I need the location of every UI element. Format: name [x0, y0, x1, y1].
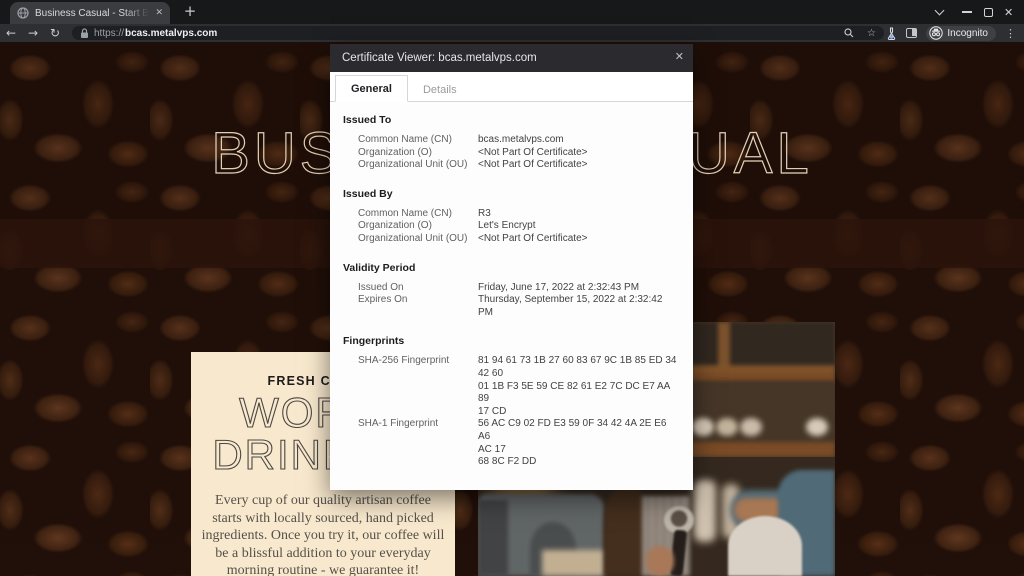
side-panel-icon[interactable]: [906, 28, 917, 38]
dialog-body: Issued To Common Name (CN) bcas.metalvps…: [330, 114, 693, 469]
experiments-flask-icon[interactable]: [886, 27, 897, 40]
search-zoom-icon[interactable]: [844, 28, 854, 38]
cert-row: SHA-256 Fingerprint 81 94 61 73 1B 27 60…: [358, 355, 680, 418]
lock-icon[interactable]: [80, 28, 89, 39]
tab-title: Business Casual - Start Bootstra: [35, 8, 149, 19]
bookmark-star-icon[interactable]: ☆: [867, 28, 876, 39]
section-issued-to: Issued To: [343, 114, 680, 126]
cert-row: Organizational Unit (OU) <Not Part Of Ce…: [358, 159, 680, 172]
dialog-tab-bar: General Details: [330, 72, 693, 102]
cert-row: Common Name (CN) bcas.metalvps.com: [358, 134, 680, 147]
window-restore-button[interactable]: [984, 0, 993, 24]
globe-favicon-icon: [17, 7, 29, 19]
tab-general[interactable]: General: [335, 75, 408, 102]
section-issued-by: Issued By: [343, 188, 680, 200]
sha1-fingerprint-value: 56 AC C9 02 FD E3 59 0F 34 42 4A 2E E6 A…: [478, 418, 680, 468]
browser-tab[interactable]: Business Casual - Start Bootstra ✕: [10, 2, 170, 24]
dialog-close-icon[interactable]: ✕: [675, 50, 684, 63]
toolbar-right-icons: Incognito ⋮: [886, 24, 1016, 42]
card-paragraph: Every cup of our quality artisan coffee …: [201, 492, 445, 576]
cert-row: Organization (O) <Not Part Of Certificat…: [358, 147, 680, 160]
tab-close-icon[interactable]: ✕: [155, 8, 163, 18]
cert-row: Organizational Unit (OU) <Not Part Of Ce…: [358, 233, 680, 246]
tab-details[interactable]: Details: [408, 77, 472, 102]
tab-strip: Business Casual - Start Bootstra ✕ + ✕: [0, 0, 1024, 24]
browser-window: Business Casual - Start Bootstra ✕ + ✕ ←…: [0, 0, 1024, 576]
cert-row: Issued On Friday, June 17, 2022 at 2:32:…: [358, 282, 680, 295]
incognito-icon: [929, 26, 943, 40]
window-chevron-down-icon[interactable]: [936, 0, 943, 24]
reload-button[interactable]: ↻: [44, 26, 66, 40]
address-bar[interactable]: https:// bcas.metalvps.com ☆: [72, 26, 884, 40]
section-fingerprints: Fingerprints: [343, 335, 680, 347]
browser-menu-icon[interactable]: ⋮: [1005, 27, 1016, 40]
dialog-titlebar[interactable]: Certificate Viewer: bcas.metalvps.com ✕: [330, 44, 693, 72]
section-validity-period: Validity Period: [343, 262, 680, 274]
cert-row: Organization (O) Let's Encrypt: [358, 220, 680, 233]
back-button[interactable]: ←: [0, 26, 22, 40]
url-scheme: https://: [94, 28, 124, 39]
sha256-fingerprint-value: 81 94 61 73 1B 27 60 83 67 9C 1B 85 ED 3…: [478, 355, 680, 418]
cert-row: Expires On Thursday, September 15, 2022 …: [358, 294, 680, 319]
forward-button[interactable]: →: [22, 26, 44, 40]
incognito-label: Incognito: [947, 28, 988, 39]
window-close-button[interactable]: ✕: [1004, 0, 1013, 24]
cert-row: Common Name (CN) R3: [358, 208, 680, 221]
dialog-title: Certificate Viewer: bcas.metalvps.com: [342, 52, 537, 64]
browser-toolbar: ← → ↻ https:// bcas.metalvps.com ☆: [0, 24, 1024, 42]
window-minimize-button[interactable]: [962, 0, 972, 24]
incognito-badge: Incognito: [926, 26, 996, 41]
new-tab-button[interactable]: +: [180, 2, 200, 22]
certificate-viewer-dialog: Certificate Viewer: bcas.metalvps.com ✕ …: [330, 44, 693, 490]
cert-row: SHA-1 Fingerprint 56 AC C9 02 FD E3 59 0…: [358, 418, 680, 468]
url-host: bcas.metalvps.com: [125, 28, 217, 39]
